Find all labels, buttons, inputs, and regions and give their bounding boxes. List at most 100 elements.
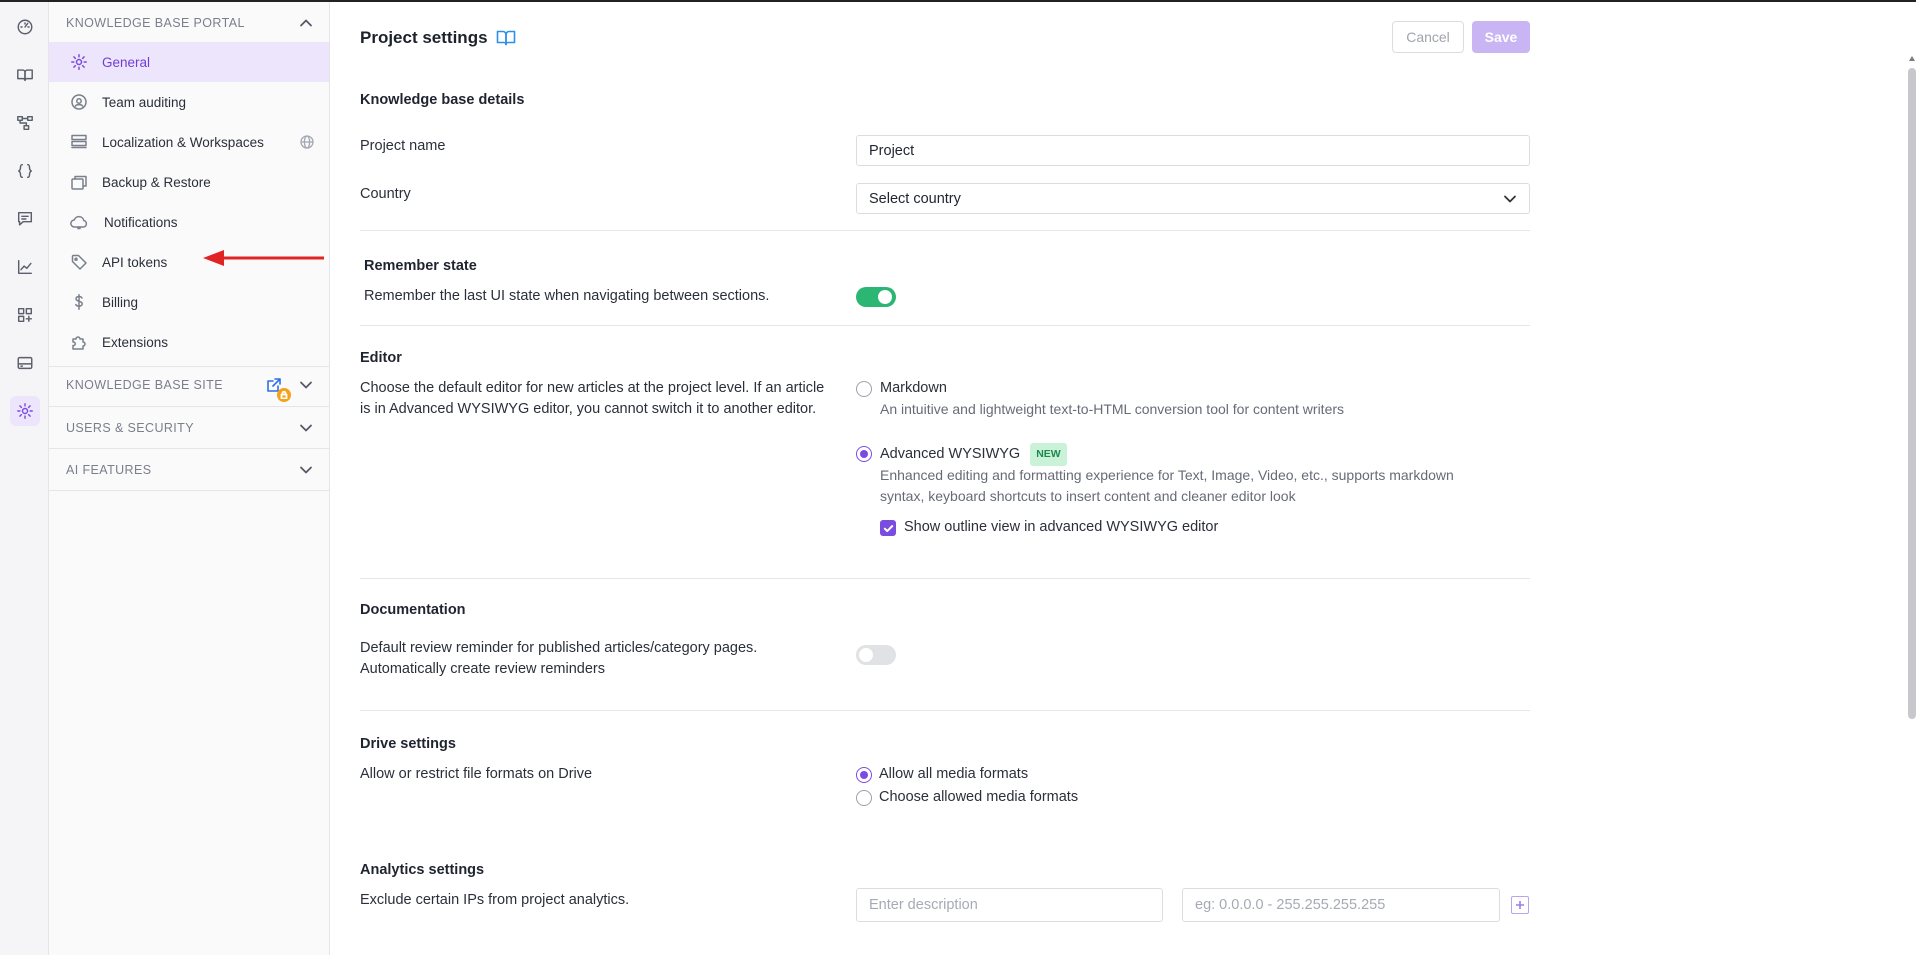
new-badge: NEW [1030,443,1067,466]
save-button[interactable]: Save [1472,21,1530,53]
lock-icon [277,388,291,402]
sidebar-item-backup-restore[interactable]: Backup & Restore [49,162,329,202]
review-reminder-line2: Automatically create review reminders [360,661,605,677]
external-link-icon[interactable] [265,376,291,402]
sidebar-item-label: Notifications [104,214,178,230]
divider [49,490,329,491]
section-heading-drive-settings: Drive settings [360,736,456,752]
section-heading-editor: Editor [360,350,402,366]
section-knowledge-base-portal[interactable]: KNOWLEDGE BASE PORTAL [49,4,329,42]
analytics-description: Exclude certain IPs from project analyti… [360,892,630,908]
choose-media-label[interactable]: Choose allowed media formats [879,787,1078,808]
project-name-value: Project [869,142,915,159]
sidebar-item-label: Backup & Restore [102,174,211,190]
tag-icon [70,253,88,271]
scroll-up-arrow-icon[interactable] [1909,56,1915,61]
advanced-wysiwyg-label[interactable]: Advanced WYSIWYG NEW [880,443,1067,466]
toggle-knob [859,648,873,662]
ip-range-input[interactable]: eg: 0.0.0.0 - 255.255.255.255 [1182,888,1500,922]
audit-icon [70,93,88,111]
sidebar-item-notifications[interactable]: Notifications [49,202,329,242]
comments-icon[interactable] [10,204,40,234]
sidebar-item-label: General [102,54,151,70]
sidebar-item-team-auditing[interactable]: Team auditing [49,82,329,122]
project-name-label: Project name [360,138,446,154]
advanced-wysiwyg-description-line1: Enhanced editing and formatting experien… [880,467,1454,483]
annotation-arrow-icon [203,250,324,266]
code-braces-icon[interactable] [10,156,40,186]
allow-all-media-radio[interactable] [856,767,872,783]
documentation-book-icon[interactable] [10,60,40,90]
outline-view-label[interactable]: Show outline view in advanced WYSIWYG ed… [904,517,1218,538]
sidebar-item-label: Team auditing [102,94,187,110]
section-ai-features[interactable]: AI FEATURES [49,451,329,489]
sidebar-item-label: Extensions [102,334,169,350]
book-icon[interactable] [496,29,516,47]
sidebar-item-label: Localization & Workspaces [102,134,264,150]
divider [360,230,1530,231]
section-label: AI FEATURES [66,463,152,477]
sidebar-item-localization-workspaces[interactable]: Localization & Workspaces [49,122,329,162]
dashboard-icon[interactable] [10,12,40,42]
country-select[interactable]: Select country [856,183,1530,214]
advanced-wysiwyg-description-line2: syntax, keyboard shortcuts to insert con… [880,488,1296,504]
sidebar-item-billing[interactable]: Billing [49,282,329,322]
divider [49,406,329,407]
puzzle-icon [70,333,88,351]
sidebar-item-extensions[interactable]: Extensions [49,322,329,362]
cancel-button[interactable]: Cancel [1392,21,1464,53]
section-knowledge-base-site[interactable]: KNOWLEDGE BASE SITE [49,366,329,404]
advanced-wysiwyg-radio[interactable] [856,446,872,462]
gear-icon [70,53,88,71]
choose-media-radio[interactable] [856,790,872,806]
editor-description-line2: is in Advanced WYSIWYG editor, you canno… [360,401,817,417]
ip-description-placeholder: Enter description [869,897,978,913]
settings-gear-icon[interactable] [10,396,40,426]
section-label: KNOWLEDGE BASE SITE [66,378,223,392]
chevron-down-icon [299,463,313,477]
divider [360,325,1530,326]
ip-description-input[interactable]: Enter description [856,888,1163,922]
sidebar-item-label: API tokens [102,254,168,270]
section-heading-remember-state: Remember state [364,258,477,274]
section-users-security[interactable]: USERS & SECURITY [49,409,329,447]
outline-view-checkbox[interactable] [880,520,896,536]
ip-range-placeholder: eg: 0.0.0.0 - 255.255.255.255 [1195,897,1386,913]
section-label: KNOWLEDGE BASE PORTAL [66,16,245,30]
project-name-input[interactable]: Project [856,135,1530,166]
scrollbar[interactable] [1908,68,1916,719]
apps-icon[interactable] [10,300,40,330]
review-reminder-line1: Default review reminder for published ar… [360,640,758,656]
markdown-description: An intuitive and lightweight text-to-HTM… [880,401,1345,417]
chevron-down-icon [1503,192,1517,206]
section-heading-documentation: Documentation [360,602,466,618]
advanced-wysiwyg-label-text: Advanced WYSIWYG [880,446,1021,462]
workflow-icon[interactable] [10,108,40,138]
icon-rail [0,2,49,955]
divider [360,578,1530,579]
remember-state-toggle[interactable] [856,287,896,307]
chevron-down-icon [299,378,313,392]
markdown-label[interactable]: Markdown [880,378,947,399]
main-content: Project settings Cancel Save Knowledge b… [360,2,1530,955]
review-reminder-toggle[interactable] [856,645,896,665]
chevron-up-icon [299,16,313,30]
page-title-text: Project settings [360,28,488,47]
section-label: USERS & SECURITY [66,421,194,435]
globe-icon [300,135,314,149]
section-heading-kb-details: Knowledge base details [360,92,525,108]
cloud-bell-icon [70,213,88,231]
sidebar-item-general[interactable]: General [49,42,329,82]
editor-description-line1: Choose the default editor for new articl… [360,380,825,396]
analytics-chart-icon[interactable] [10,252,40,282]
chevron-down-icon [299,421,313,435]
add-ip-button[interactable] [1511,896,1529,914]
section-heading-analytics-settings: Analytics settings [360,862,485,878]
allow-all-media-label[interactable]: Allow all media formats [879,764,1028,785]
drive-icon[interactable] [10,348,40,378]
backup-icon [70,173,88,191]
markdown-radio[interactable] [856,381,872,397]
settings-sidebar: KNOWLEDGE BASE PORTAL General Team audit… [49,2,330,955]
layers-icon [70,133,88,151]
page-title: Project settings [360,28,516,48]
